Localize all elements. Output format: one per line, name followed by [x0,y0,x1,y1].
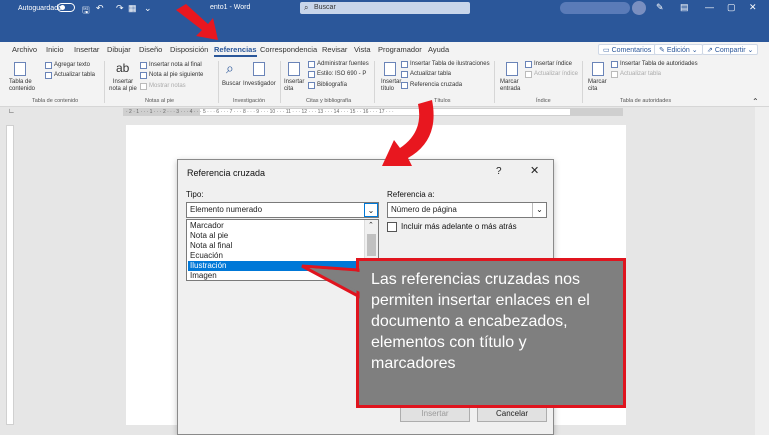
annotation-arrows [176,4,434,299]
arrow-to-dialog [382,100,434,166]
arrow-to-tab [176,4,218,40]
